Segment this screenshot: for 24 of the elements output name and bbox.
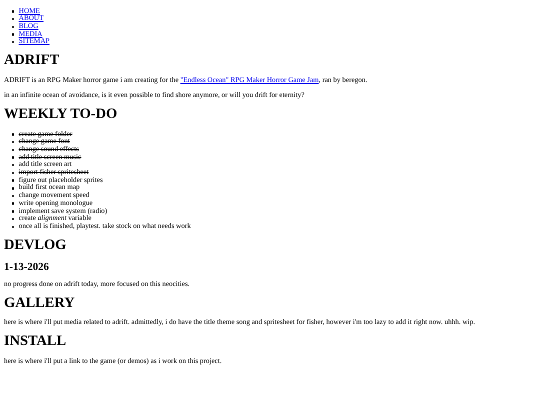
bullet-icon <box>12 164 14 166</box>
section-heading: ADRIFT <box>4 53 60 70</box>
bullet-icon <box>12 18 14 20</box>
bullet-icon <box>12 148 14 152</box>
bullet-icon <box>12 140 14 144</box>
bullet-icon <box>12 218 14 220</box>
bullet-icon <box>12 202 14 205</box>
bullet-icon <box>12 179 14 182</box>
section-heading: GALLERY <box>4 296 75 312</box>
bullet-icon <box>12 40 14 44</box>
bullet-icon <box>12 33 14 36</box>
bullet-icon <box>12 187 14 190</box>
bullet-icon <box>12 226 14 228</box>
section-heading: DEVLOG <box>4 238 66 254</box>
bullet-icon <box>12 172 14 174</box>
bullet-icon <box>12 133 14 136</box>
bullet-icon <box>12 210 14 213</box>
bullet-icon <box>12 156 14 159</box>
section-heading: INSTALL <box>4 334 66 350</box>
entry-date: 1-13-2026 <box>4 262 49 274</box>
section-heading: WEEKLY TO-DO <box>4 106 118 123</box>
bullet-icon <box>12 10 14 13</box>
bullet-icon <box>12 194 14 198</box>
bullet-icon <box>12 26 14 28</box>
